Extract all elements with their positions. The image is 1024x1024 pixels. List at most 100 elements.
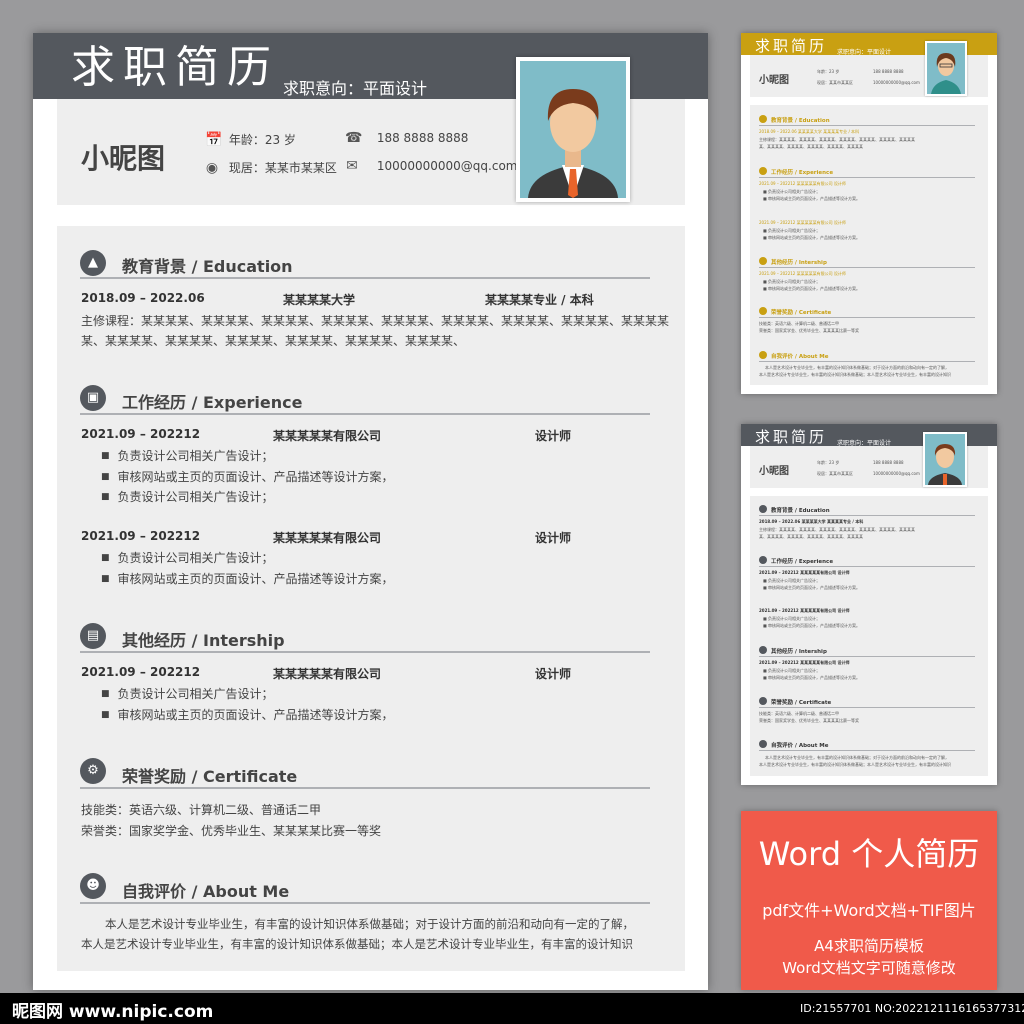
image-id: ID:21557701 NO:20221211161653773126 xyxy=(800,1002,1024,1015)
location-pin-icon: ◉ xyxy=(205,160,219,176)
thumb-text: 某、某某某某、某某某某、某某某某、某某某某、某某某某 xyxy=(759,534,863,539)
thumb-avatar xyxy=(923,432,967,487)
honors-text: 荣誉类：国家奖学金、优秀毕业生、某某某某比赛一等奖 xyxy=(81,824,382,838)
avatar-photo xyxy=(516,57,630,202)
location-text: 现居：某某市某某区 xyxy=(228,161,337,175)
thumb-section-title: 其他经历 / Intership xyxy=(771,649,827,655)
job-bullet: 负责设计公司相关广告设计； xyxy=(101,488,274,505)
graduation-cap-icon: ▲ xyxy=(80,250,106,276)
thumb-section-title: 工作经历 / Experience xyxy=(771,559,834,565)
thumb-text: 荣誉类：国家奖学金、优秀毕业生、某某某某比赛一等奖 xyxy=(759,718,859,723)
thumb-text: 技能类：英语六级、计算机二级、普通话二甲 xyxy=(759,321,839,326)
thumb-name: 小昵图 xyxy=(759,466,789,477)
divider xyxy=(759,177,975,178)
thumb-text: ■ 负责设计公司相关广告设计； xyxy=(763,279,821,284)
thumb-section-title: 荣誉奖励 / Certificate xyxy=(771,700,832,706)
divider xyxy=(80,277,650,279)
thumb-section-title: 教育背景 / Education xyxy=(771,508,830,514)
skills-text: 技能类：英语六级、计算机二级、普通话二甲 xyxy=(81,803,322,817)
promo-banner: Word 个人简历 pdf文件+Word文档+TIF图片 A4求职简历模板 Wo… xyxy=(741,811,997,990)
thumb-loc: 现居：某某市某某区 xyxy=(817,80,853,85)
divider xyxy=(80,651,650,653)
thumb-section-title: 其他经历 / Intership xyxy=(771,260,827,266)
resume-page: 求职简历 求职意向：平面设计 小昵图 📅 年龄：23 岁 ◉ 现居：某某市某某区… xyxy=(33,33,708,990)
thumb-text: ■ 审核网站或主页的页面设计，产品描述等设计方案。 xyxy=(763,196,861,201)
thumb-text: ■ 审核网站或主页的页面设计，产品描述等设计方案。 xyxy=(763,286,861,291)
thumb-text: 荣誉类：国家奖学金、优秀毕业生、某某某某比赛一等奖 xyxy=(759,328,859,333)
bullet-dot-icon xyxy=(759,307,767,315)
thumb-text: ■ 审核网站或主页的页面设计，产品描述等设计方案。 xyxy=(763,235,861,240)
job-date: 2021.09 – 202212 xyxy=(81,427,201,441)
briefcase-icon: ▣ xyxy=(80,385,106,411)
thumb-section-title: 荣誉奖励 / Certificate xyxy=(771,310,832,316)
thumb-email: 10000000000@qq.com xyxy=(873,471,920,476)
divider xyxy=(759,656,975,657)
job-bullet: 审核网站或主页的页面设计、产品描述等设计方案， xyxy=(101,706,394,723)
edu-major: 某某某某专业 / 本科 xyxy=(485,293,594,307)
thumbnail-gold: 求职简历 求职意向：平面设计 小昵图 年龄：23 岁 现居：某某市某某区 188… xyxy=(741,33,997,394)
thumb-title: 求职简历 xyxy=(755,37,828,55)
about-text: 本人是艺术设计专业毕业生，有丰富的设计知识体系做基础；对于设计方面的前沿和动向有… xyxy=(105,917,634,931)
thumb-age: 年龄：23 岁 xyxy=(817,69,840,74)
candidate-name: 小昵图 xyxy=(81,142,166,175)
divider xyxy=(759,515,975,516)
divider xyxy=(759,317,975,318)
thumb-text: 技能类：英语六级、计算机二级、普通话二甲 xyxy=(759,711,839,716)
thumb-section-title: 教育背景 / Education xyxy=(771,118,830,124)
thumb-text: ■ 审核网站或主页的页面设计，产品描述等设计方案。 xyxy=(763,585,861,590)
divider xyxy=(80,413,650,415)
thumbnail-gray: 求职简历 求职意向：平面设计 小昵图 年龄：23 岁 现居：某某市某某区 188… xyxy=(741,424,997,785)
thumb-age: 年龄：23 岁 xyxy=(817,460,840,465)
thumb-text: 本人是艺术设计专业毕业生，有丰富的设计知识体系做基础；本人是艺术设计专业毕业生，… xyxy=(759,372,951,377)
thumb-text: 本人是艺术设计专业毕业生，有丰富的设计知识体系做基础；对于设计方面的前沿和动向有… xyxy=(765,365,949,370)
bullet-dot-icon xyxy=(759,646,767,654)
thumb-text: 本人是艺术设计专业毕业生，有丰富的设计知识体系做基础；本人是艺术设计专业毕业生，… xyxy=(759,762,951,767)
thumb-text: 本人是艺术设计专业毕业生，有丰富的设计知识体系做基础；对于设计方面的前沿和动向有… xyxy=(765,755,949,760)
thumb-text: ■ 审核网站或主页的页面设计，产品描述等设计方案。 xyxy=(763,675,861,680)
calendar-icon: 📅 xyxy=(205,132,223,148)
email-text: 10000000000@qq.com xyxy=(376,159,518,173)
thumb-text: ■ 负责设计公司相关广告设计； xyxy=(763,578,821,583)
section-title-experience: 工作经历 / Experience xyxy=(122,393,303,412)
age-info: 📅 年龄：23 岁 xyxy=(205,131,296,148)
job-bullet: 负责设计公司相关广告设计； xyxy=(101,685,274,702)
job-date: 2021.09 – 202212 xyxy=(81,529,201,543)
job-role: 设计师 xyxy=(535,429,572,443)
thumb-text: ■ 审核网站或主页的页面设计，产品描述等设计方案。 xyxy=(763,623,861,628)
bullet-dot-icon xyxy=(759,167,767,175)
edu-courses-cont: 某、某某某某、某某某某、某某某某、某某某某、某某某某、某某某某、 xyxy=(81,334,466,348)
thumb-name: 小昵图 xyxy=(759,75,789,86)
thumb-text: 某、某某某某、某某某某、某某某某、某某某某、某某某某 xyxy=(759,144,863,149)
job-role: 设计师 xyxy=(535,667,572,681)
folder-icon: ▤ xyxy=(80,623,106,649)
thumb-text: ■ 负责设计公司相关广告设计； xyxy=(763,189,821,194)
job-bullet: 审核网站或主页的页面设计、产品描述等设计方案， xyxy=(101,468,394,485)
thumb-text: 主修课程：某某某某、某某某某、某某某某、某某某某、某某某某、某某某某、某某某某 xyxy=(759,137,915,142)
thumb-text: 2018.09 – 2022.06 某某某某大学 某某某某专业 / 本科 xyxy=(759,519,864,524)
thumb-avatar xyxy=(925,41,967,96)
section-title-education: 教育背景 / Education xyxy=(122,257,293,276)
divider xyxy=(759,750,975,751)
bullet-dot-icon xyxy=(759,115,767,123)
location-info: ◉ 现居：某某市某某区 xyxy=(205,159,337,176)
edu-courses: 主修课程：某某某某、某某某某、某某某某、某某某某、某某某某、某某某某、某某某某、… xyxy=(81,314,670,328)
bullet-dot-icon xyxy=(759,697,767,705)
divider xyxy=(759,707,975,708)
job-company: 某某某某某有限公司 xyxy=(273,429,382,443)
thumb-section-title: 工作经历 / Experience xyxy=(771,170,834,176)
bullet-dot-icon xyxy=(759,351,767,359)
bullet-dot-icon xyxy=(759,505,767,513)
age-text: 年龄：23 岁 xyxy=(228,133,296,147)
section-title-certificate: 荣誉奖励 / Certificate xyxy=(122,767,298,786)
job-bullet: 负责设计公司相关广告设计； xyxy=(101,549,274,566)
thumb-text: ■ 负责设计公司相关广告设计； xyxy=(763,668,821,673)
edu-school: 某某某某大学 xyxy=(283,293,356,307)
avatar-illustration xyxy=(520,61,626,198)
user-icon: ☻ xyxy=(80,873,106,899)
phone-icon: ☎ xyxy=(345,130,363,146)
thumb-phone: 188 8888 8888 xyxy=(873,69,904,74)
promo-formats: pdf文件+Word文档+TIF图片 xyxy=(762,901,976,920)
section-title-about: 自我评价 / About Me xyxy=(122,882,290,901)
thumb-loc: 现居：某某市某某区 xyxy=(817,471,853,476)
job-date: 2021.09 – 202212 xyxy=(81,665,201,679)
